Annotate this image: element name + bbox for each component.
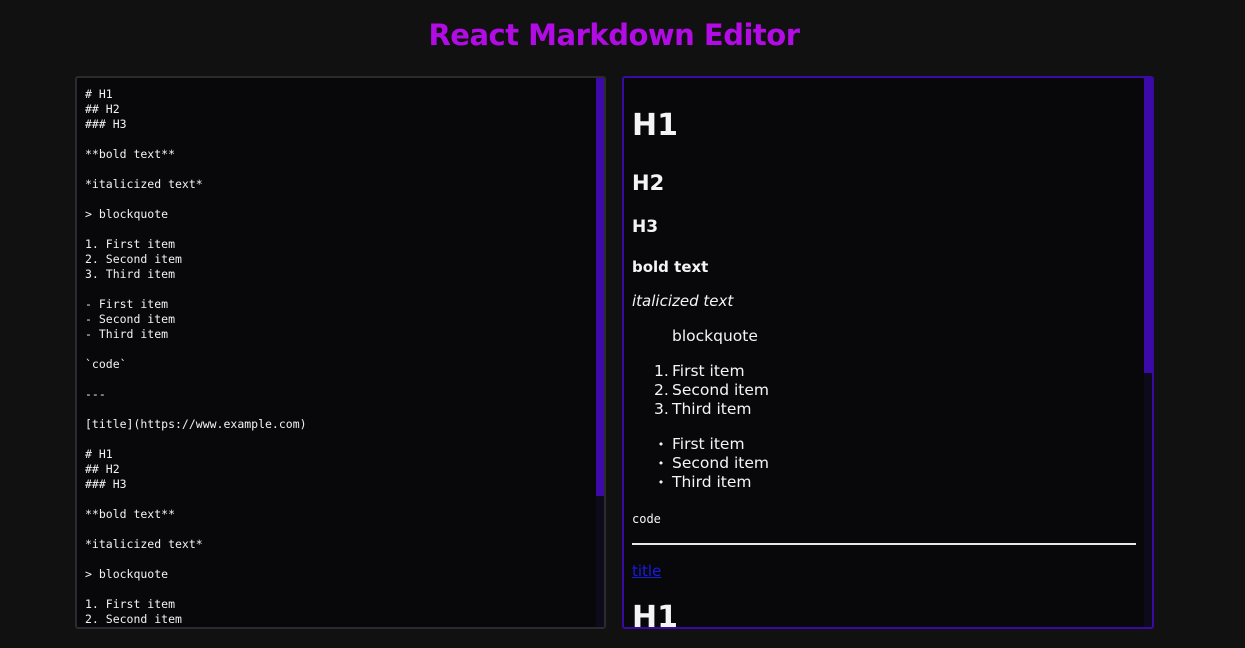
preview-inline-code: code xyxy=(632,512,661,526)
list-item: 2. Second item xyxy=(654,381,769,400)
list-item-text: Third item xyxy=(672,400,752,418)
preview-h2: H2 xyxy=(632,171,665,195)
preview-h1: H1 xyxy=(632,108,678,143)
bullet-icon: • xyxy=(657,438,665,451)
list-item: • Third item xyxy=(654,473,769,492)
preview-ordered-list: 1. First item 2. Second item 3. Third it… xyxy=(654,362,769,419)
list-item: 1. First item xyxy=(654,362,769,381)
preview-italic-text: italicized text xyxy=(632,292,734,310)
bullet-icon: • xyxy=(657,457,665,470)
preview-h1-repeat: H1 xyxy=(632,600,678,629)
markdown-preview: H1 H2 H3 bold text italicized text block… xyxy=(622,76,1154,629)
preview-h3: H3 xyxy=(632,217,659,237)
list-marker: 2. xyxy=(654,381,669,399)
list-item-text: Second item xyxy=(672,381,769,399)
list-marker: 1. xyxy=(654,362,669,380)
preview-blockquote: blockquote xyxy=(672,327,758,345)
list-item-text: First item xyxy=(672,435,745,453)
app-page: React Markdown Editor # H1 ## H2 ### H3 … xyxy=(0,0,1245,648)
list-item: • Second item xyxy=(654,454,769,473)
page-title: React Markdown Editor xyxy=(428,18,800,52)
list-item-text: Second item xyxy=(672,454,769,472)
editor-textarea[interactable]: # H1 ## H2 ### H3 **bold text** *italici… xyxy=(77,78,604,627)
list-item: 3. Third item xyxy=(654,400,769,419)
markdown-editor[interactable]: # H1 ## H2 ### H3 **bold text** *italici… xyxy=(75,76,606,629)
list-item-text: First item xyxy=(672,362,745,380)
preview-link[interactable]: title xyxy=(632,562,661,580)
list-marker: 3. xyxy=(654,400,669,418)
bullet-icon: • xyxy=(657,476,665,489)
preview-scrollbar-track[interactable] xyxy=(1144,78,1152,627)
preview-bold-text: bold text xyxy=(632,258,709,276)
preview-unordered-list: • First item • Second item • Third item xyxy=(654,435,769,492)
editor-scrollbar-track[interactable] xyxy=(596,78,604,627)
list-item: • First item xyxy=(654,435,769,454)
list-item-text: Third item xyxy=(672,473,752,491)
preview-scrollbar-thumb[interactable] xyxy=(1144,78,1152,373)
preview-horizontal-rule xyxy=(632,543,1136,545)
editor-scrollbar-thumb[interactable] xyxy=(596,78,604,496)
